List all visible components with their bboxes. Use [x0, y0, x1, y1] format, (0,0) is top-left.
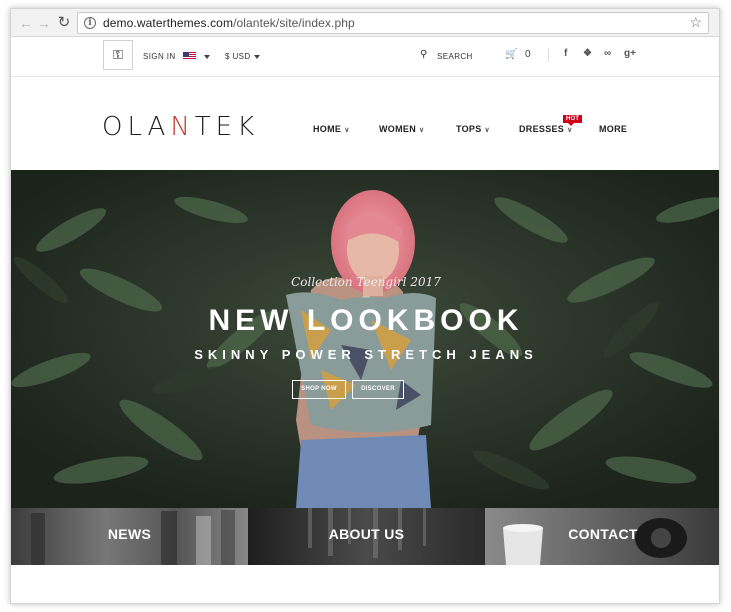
cart-icon[interactable]: 🛒	[505, 49, 517, 60]
browser-toolbar: ← → ↻ i demo.waterthemes.com/olantek/sit…	[11, 9, 719, 37]
page-bottom	[11, 565, 719, 603]
discover-button[interactable]: DISCOVER	[352, 380, 404, 399]
key-icon[interactable]: ⚿	[103, 40, 133, 70]
sign-in-link[interactable]: SIGN IN	[143, 52, 176, 61]
nav-dresses[interactable]: DRESSES ∨	[519, 124, 573, 134]
tile-about-us[interactable]: ABOUT US	[248, 508, 485, 565]
nav-tops[interactable]: TOPS ∨	[456, 124, 490, 134]
bookmark-star-icon[interactable]: ☆	[689, 14, 702, 31]
google-plus-icon[interactable]: g+	[624, 48, 636, 59]
tile-about-label: ABOUT US	[328, 526, 405, 542]
browser-window: ← → ↻ i demo.waterthemes.com/olantek/sit…	[10, 8, 720, 604]
top-bar: ⚿ SIGN IN $ USD ⚲ SEARCH 🛒 0 f ❖ ∞ g+	[11, 37, 719, 77]
tile-news[interactable]: NEWS	[11, 508, 248, 565]
divider	[548, 48, 549, 62]
logo-n: N	[170, 112, 195, 142]
forward-icon[interactable]: →	[35, 14, 53, 32]
hero-subtitle: Collection Teengirl 2017	[291, 275, 441, 289]
url-path: /olantek/site/index.php	[233, 16, 355, 30]
twitter-icon[interactable]: ❖	[583, 48, 592, 59]
chevron-down-icon: ∨	[567, 127, 573, 134]
url-text[interactable]: demo.waterthemes.com/olantek/site/index.…	[103, 16, 355, 30]
rss-icon[interactable]: ∞	[604, 48, 611, 59]
nav-home[interactable]: HOME ∨	[313, 124, 350, 134]
reload-icon[interactable]: ↻	[55, 14, 73, 32]
tile-contact[interactable]: CONTACT	[485, 508, 719, 565]
language-caret-icon[interactable]	[204, 55, 210, 59]
nav-more[interactable]: MORE	[599, 124, 627, 134]
search-link[interactable]: SEARCH	[437, 52, 473, 61]
hero-title: NEW LOOKBOOK	[208, 304, 524, 337]
chevron-down-icon: ∨	[484, 127, 490, 134]
hero-tagline: SKINNY POWER STRETCH JEANS	[194, 347, 538, 362]
chevron-down-icon: ∨	[344, 127, 350, 134]
info-icon[interactable]: i	[84, 17, 96, 29]
tile-news-label: NEWS	[107, 526, 152, 542]
facebook-icon[interactable]: f	[564, 48, 567, 59]
logo-text: OLANTEK	[102, 112, 260, 142]
us-flag-icon[interactable]	[183, 52, 196, 60]
feature-tiles: NEWS ABOUT US CONTACT	[11, 508, 719, 565]
tile-contact-label: CONTACT	[568, 526, 638, 542]
cart-count[interactable]: 0	[525, 49, 531, 60]
nav-women[interactable]: WOMEN ∨	[379, 124, 424, 134]
hero-divider: ─	[362, 292, 370, 303]
search-icon[interactable]: ⚲	[420, 49, 427, 60]
address-bar[interactable]: i demo.waterthemes.com/olantek/site/inde…	[77, 12, 709, 34]
hero-banner: Collection Teengirl 2017 ─ NEW LOOKBOOK …	[11, 170, 719, 508]
chevron-down-icon: ∨	[419, 127, 425, 134]
back-icon[interactable]: ←	[17, 14, 35, 32]
currency-selector[interactable]: $ USD	[225, 52, 251, 61]
hot-badge: HOT	[563, 115, 583, 126]
hero-image	[11, 170, 719, 508]
shop-now-button[interactable]: SHOP NOW	[292, 380, 346, 399]
url-domain: demo.waterthemes.com	[103, 16, 234, 30]
currency-caret-icon[interactable]	[254, 55, 260, 59]
